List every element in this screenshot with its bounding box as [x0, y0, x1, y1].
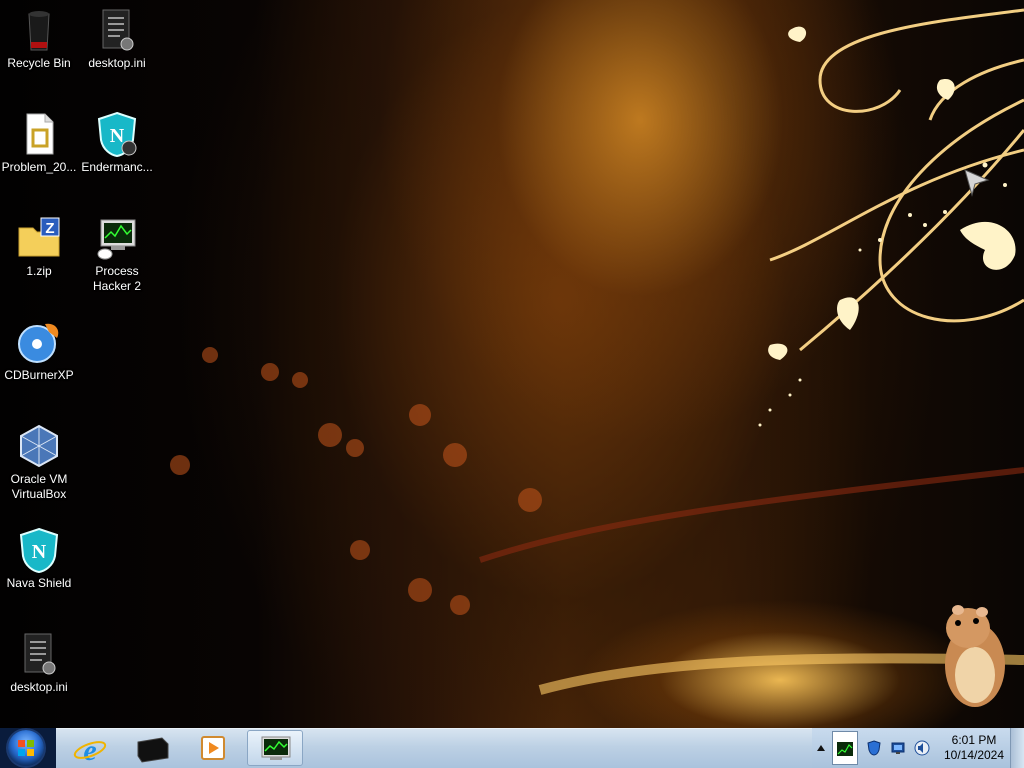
taskbar-process-hacker[interactable] — [247, 730, 303, 766]
desktop-icon-label: Process Hacker 2 — [92, 264, 142, 293]
process-hacker-icon — [261, 736, 291, 760]
black-box-app-icon — [137, 737, 169, 763]
internet-explorer-icon: e — [73, 734, 107, 767]
desktop-icon-label: CDBurnerXP — [4, 368, 74, 382]
svg-text:e: e — [83, 734, 96, 766]
desktop-icon-cdburnerxp[interactable]: CDBurnerXP — [0, 314, 78, 383]
clock-time: 6:01 PM — [951, 733, 997, 747]
desktop-icon-label: Problem_20... — [1, 160, 77, 174]
process-hacker-icon — [93, 214, 141, 262]
cd-burner-icon — [15, 318, 63, 366]
document-file-icon — [15, 110, 63, 158]
windows-start-icon — [8, 730, 44, 766]
taskbar-clock[interactable]: 6:01 PM 10/14/2024 — [936, 733, 1012, 763]
svg-text:N: N — [110, 125, 125, 147]
shield-app-icon: N — [15, 526, 63, 574]
volume-icon[interactable] — [914, 740, 930, 756]
taskbar-media-player[interactable] — [186, 730, 242, 766]
desktop-icon-label: Oracle VM VirtualBox — [10, 472, 68, 501]
start-button[interactable] — [0, 728, 56, 768]
desktop-icon-process-hacker[interactable]: Process Hacker 2 — [78, 210, 156, 294]
hamster-mascot-icon — [945, 605, 1005, 707]
desktop-icon-problem-file[interactable]: Problem_20... — [0, 106, 78, 175]
desktop-icon-1-zip[interactable]: Z 1.zip — [0, 210, 78, 279]
virtualbox-icon — [15, 422, 63, 470]
recycle-bin-icon — [15, 6, 63, 54]
show-hidden-icons-arrow[interactable] — [814, 740, 828, 756]
network-icon[interactable] — [890, 740, 906, 756]
desktop-icon-endermanch[interactable]: N Endermanc... — [78, 106, 156, 175]
svg-text:N: N — [32, 541, 47, 563]
settings-file-icon — [15, 630, 63, 678]
clock-date: 10/14/2024 — [943, 748, 1005, 762]
show-desktop-button[interactable] — [1010, 728, 1024, 768]
shield-tray-icon[interactable] — [866, 740, 882, 756]
desktop-icon-desktop-ini-2[interactable]: desktop.ini — [0, 626, 78, 695]
desktop-icon-label: Nava Shield — [6, 576, 72, 590]
svg-text:Z: Z — [45, 220, 54, 237]
taskbar-internet-explorer[interactable]: e — [62, 730, 118, 767]
settings-file-icon — [93, 6, 141, 54]
desktop-icon-virtualbox[interactable]: Oracle VM VirtualBox — [0, 418, 78, 502]
desktop-icon-label: desktop.ini — [10, 680, 68, 694]
desktop-icon-desktop-ini[interactable]: desktop.ini — [78, 2, 156, 71]
process-monitor-icon[interactable] — [832, 731, 858, 765]
media-player-icon — [201, 736, 225, 760]
desktop-icon-recycle-bin[interactable]: Recycle Bin — [0, 2, 78, 71]
desktop-icon-label: 1.zip — [26, 264, 52, 278]
taskbar-black-box-app[interactable] — [124, 730, 180, 766]
desktop-icon-label: Endermanc... — [81, 160, 153, 174]
desktop-icon-nava-shield[interactable]: N Nava Shield — [0, 522, 78, 591]
shield-app-icon: N — [93, 110, 141, 158]
zip-folder-icon: Z — [15, 214, 63, 262]
desktop-icon-label: Recycle Bin — [7, 56, 71, 70]
desktop-icon-label: desktop.ini — [88, 56, 146, 70]
